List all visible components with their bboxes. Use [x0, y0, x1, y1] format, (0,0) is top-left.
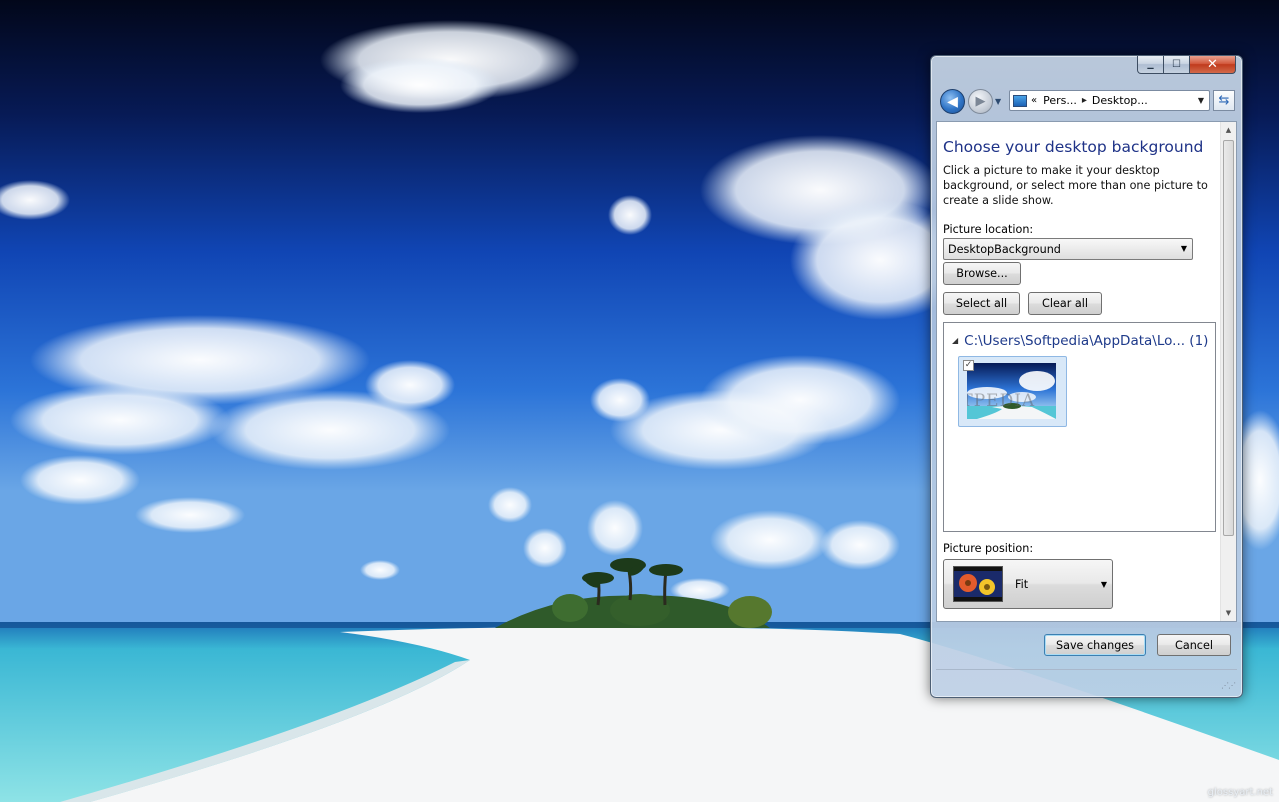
minimize-icon: ▁	[1147, 60, 1154, 69]
forward-button[interactable]: ▶	[968, 89, 993, 114]
chevron-down-icon: ▼	[995, 97, 1002, 106]
back-arrow-icon: ◀	[947, 93, 958, 110]
chevron-down-icon: ▼	[1100, 580, 1107, 589]
picture-position-value: Fit	[1015, 578, 1029, 591]
breadcrumb-personalization[interactable]: Pers...	[1043, 94, 1077, 107]
picture-location-value: DesktopBackground	[948, 242, 1061, 256]
picture-location-label: Picture location:	[943, 223, 1034, 236]
collapse-triangle-icon[interactable]: ◢	[952, 336, 958, 345]
refresh-button[interactable]: ⇆	[1213, 90, 1235, 111]
address-bar[interactable]: « Pers... ▸ Desktop... ▼	[1009, 90, 1210, 111]
maximize-icon: ☐	[1172, 59, 1181, 70]
cancel-button[interactable]: Cancel	[1157, 634, 1231, 656]
scroll-down-icon[interactable]: ▼	[1221, 605, 1236, 621]
page-title: Choose your desktop background	[943, 138, 1204, 156]
desktop-background-window: ▁ ☐ ✕ ◀ ▶ ▼ « Pers... ▸ Desktop... ▼ ⇆ C…	[930, 55, 1243, 698]
wallpaper-thumbnail[interactable]: SOFTPEDIA ✓	[958, 356, 1067, 427]
wallpaper-credit: glossyart.net	[1207, 787, 1273, 798]
thumbnail-image: SOFTPEDIA	[967, 363, 1056, 419]
maximize-button[interactable]: ☐	[1164, 56, 1190, 74]
gallery-group-path: C:\Users\Softpedia\AppData\Lo... (1)	[964, 333, 1209, 349]
breadcrumb-overflow[interactable]: «	[1031, 95, 1037, 106]
clear-all-button[interactable]: Clear all	[1028, 292, 1102, 315]
picture-gallery[interactable]: ◢ C:\Users\Softpedia\AppData\Lo... (1) P…	[943, 322, 1216, 532]
resize-grip-icon[interactable]: ⋰⋰	[1221, 681, 1236, 690]
select-all-button[interactable]: Select all	[943, 292, 1020, 315]
scroll-up-icon[interactable]: ▲	[1221, 122, 1236, 138]
breadcrumb-separator: ▸	[1081, 95, 1087, 106]
navigation-bar: ◀ ▶ ▼ « Pers... ▸ Desktop... ▼ ⇆	[937, 87, 1237, 115]
picture-position-label: Picture position:	[943, 542, 1034, 555]
chevron-down-icon: ▼	[1180, 244, 1187, 253]
status-bar: ⋰⋰	[936, 669, 1237, 692]
browse-button[interactable]: Browse...	[943, 262, 1021, 285]
back-button[interactable]: ◀	[940, 89, 965, 114]
breadcrumb-desktop-background[interactable]: Desktop...	[1092, 94, 1148, 107]
gallery-group-header[interactable]: ◢ C:\Users\Softpedia\AppData\Lo... (1)	[952, 333, 1208, 349]
picture-location-dropdown[interactable]: DesktopBackground ▼	[943, 238, 1193, 260]
address-dropdown-icon[interactable]: ▼	[1198, 96, 1204, 105]
vertical-scrollbar[interactable]: ▲ ▼	[1220, 122, 1236, 621]
recent-pages-button[interactable]: ▼	[995, 97, 1001, 106]
page-description: Click a picture to make it your desktop …	[943, 164, 1208, 207]
refresh-icon: ⇆	[1218, 93, 1230, 108]
caption-buttons: ▁ ☐ ✕	[1137, 56, 1236, 75]
save-changes-button[interactable]: Save changes	[1044, 634, 1146, 656]
thumbnail-checkbox[interactable]: ✓	[963, 360, 974, 371]
control-panel-icon	[1013, 94, 1027, 107]
picture-position-preview-icon	[953, 566, 1003, 602]
thumbnail-watermark: SOFTPEDIA	[967, 391, 1036, 411]
content-pane: Choose your desktop background Click a p…	[936, 121, 1237, 622]
forward-arrow-icon: ▶	[975, 94, 986, 109]
close-icon: ✕	[1207, 57, 1218, 72]
minimize-button[interactable]: ▁	[1137, 56, 1164, 74]
close-button[interactable]: ✕	[1190, 56, 1236, 74]
scrollbar-thumb[interactable]	[1223, 140, 1234, 536]
picture-position-dropdown[interactable]: Fit ▼	[943, 559, 1113, 609]
